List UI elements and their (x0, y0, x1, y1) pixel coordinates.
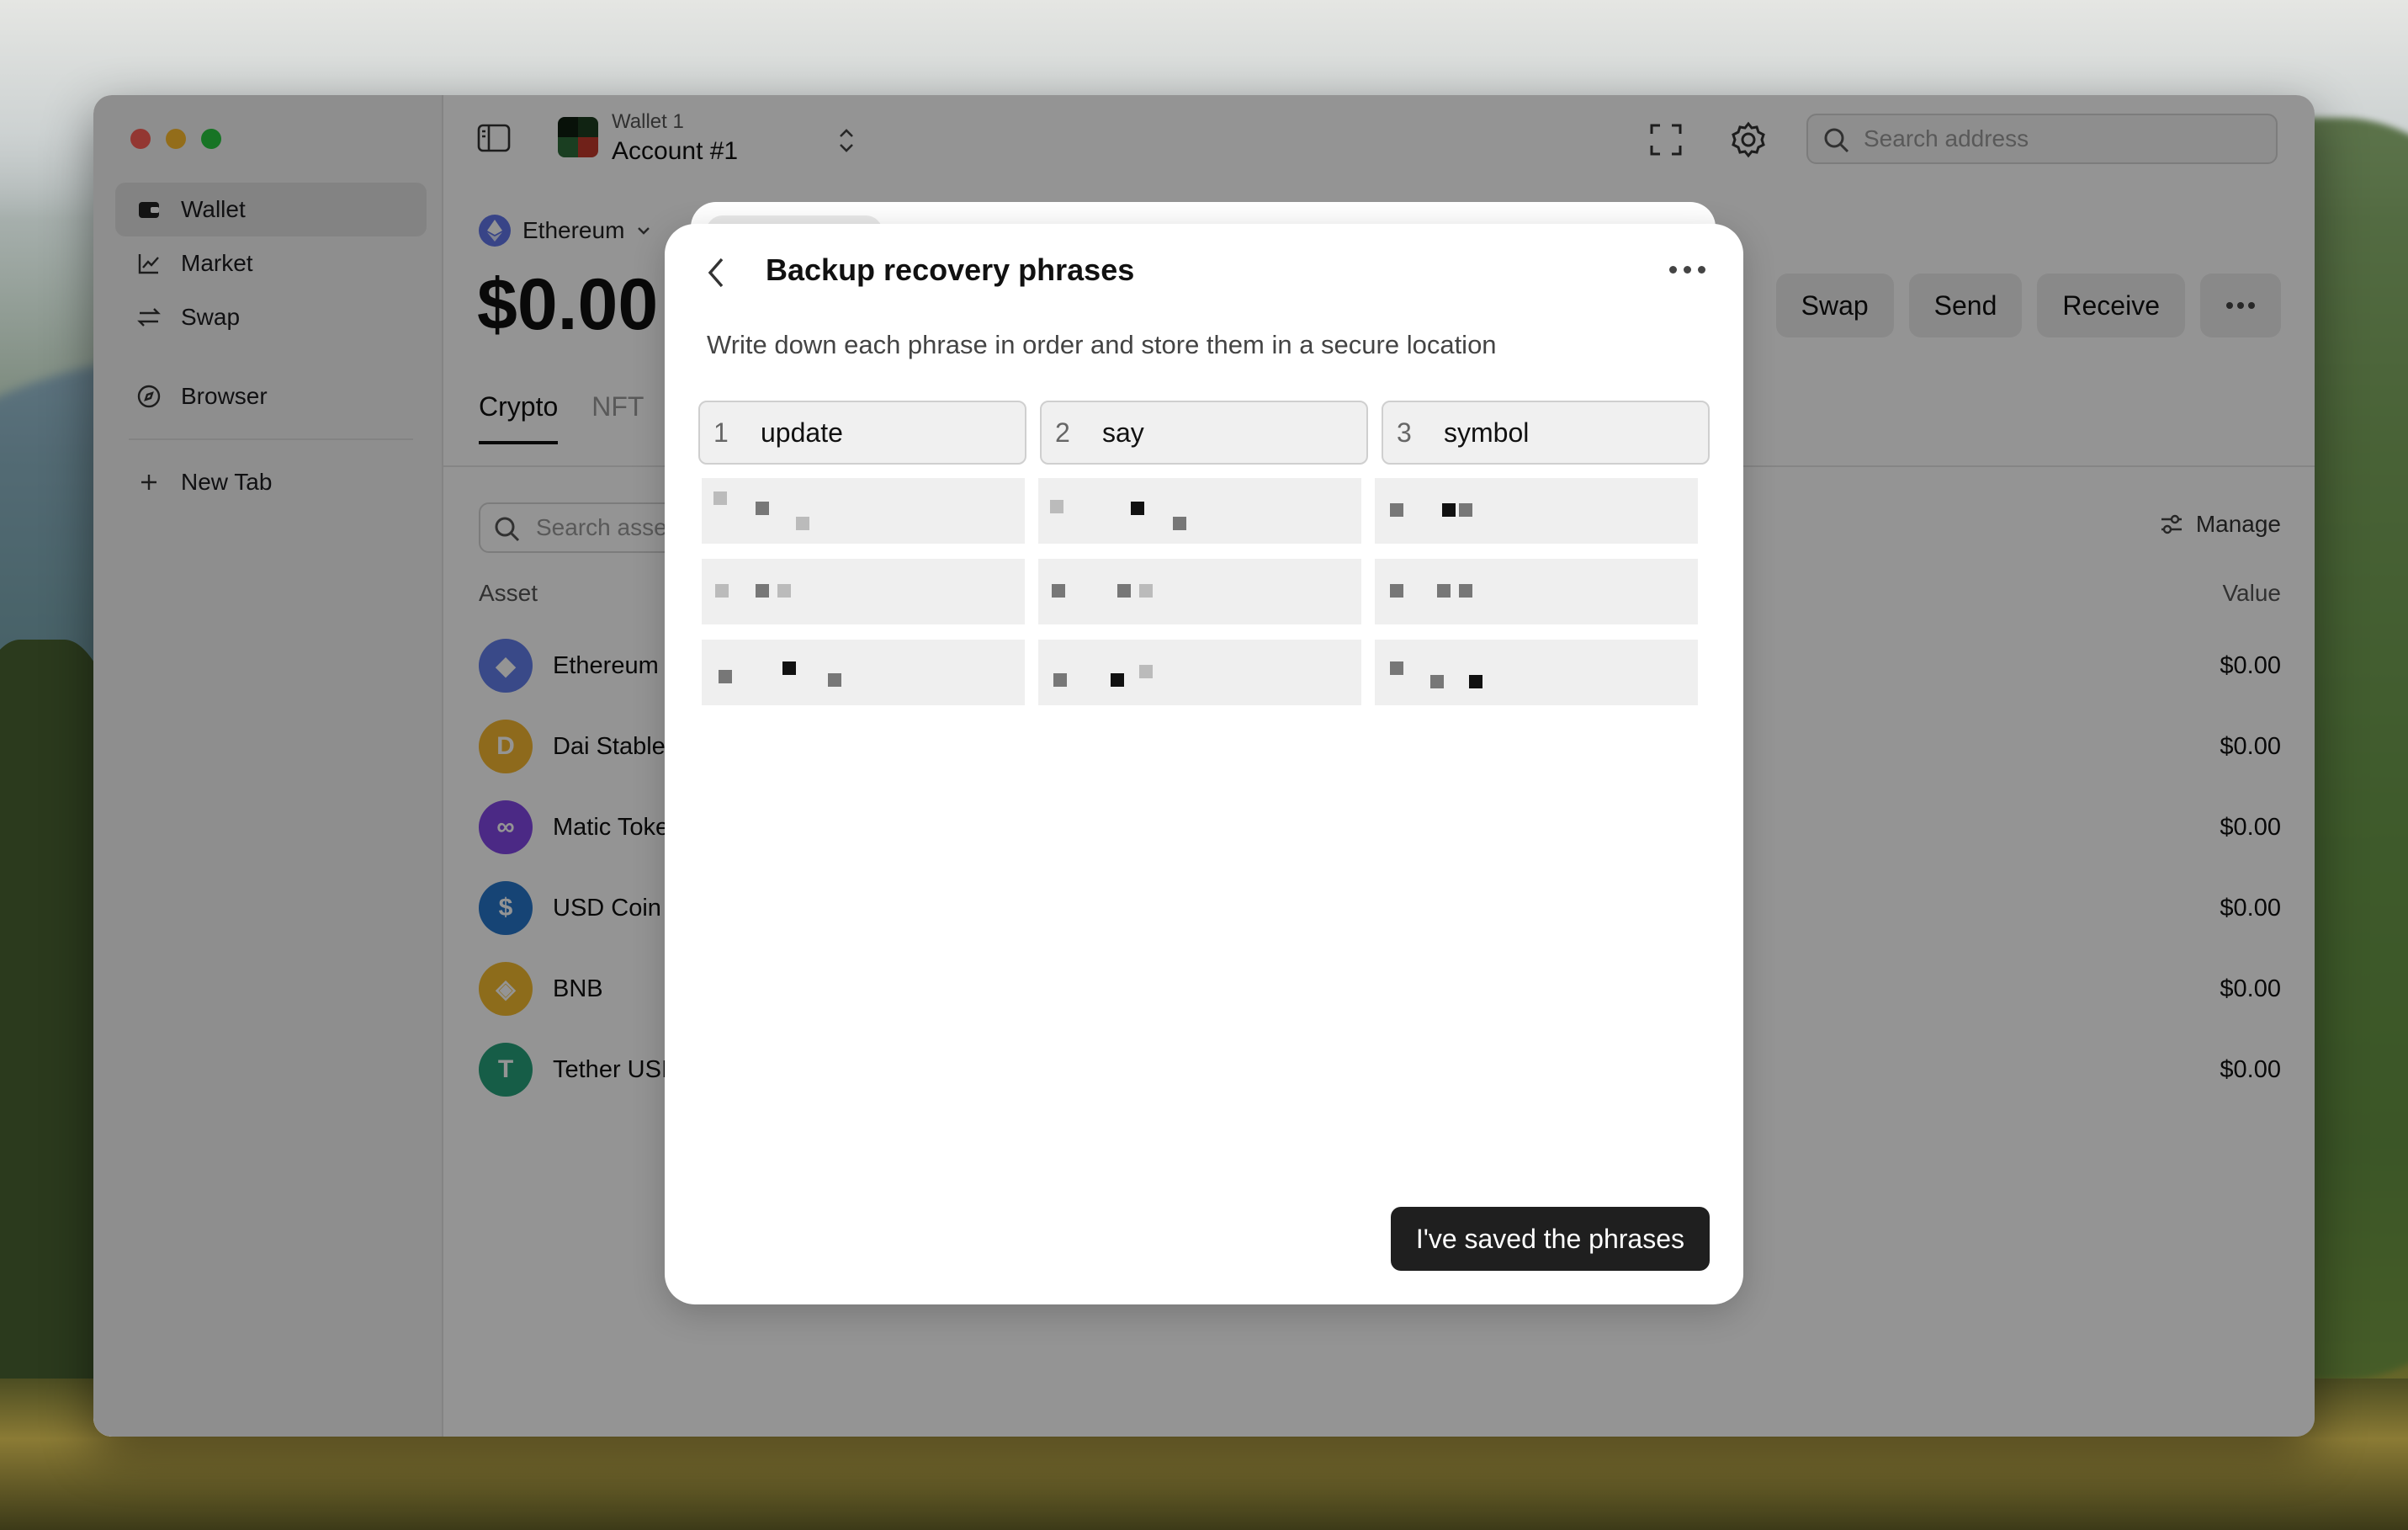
redacted-phrase (1038, 640, 1361, 705)
phrase-number: 1 (713, 417, 729, 448)
redacted-phrase (1038, 559, 1361, 624)
redacted-phrase (1375, 559, 1698, 624)
more-icon[interactable] (1669, 259, 1708, 279)
redacted-phrase (1038, 478, 1361, 544)
dialog-subtitle: Write down each phrase in order and stor… (707, 330, 1497, 359)
phrase-item: 2 say (1040, 401, 1368, 465)
redacted-phrase (702, 640, 1025, 705)
redacted-phrases (702, 478, 1711, 705)
redacted-phrase (702, 559, 1025, 624)
redacted-phrase (1375, 640, 1698, 705)
dialog-title: Backup recovery phrases (766, 252, 1135, 287)
redacted-phrase (702, 478, 1025, 544)
backup-phrases-dialog: Backup recovery phrases Write down each … (665, 224, 1743, 1304)
phrase-word: update (761, 417, 843, 448)
redacted-phrase (1375, 478, 1698, 544)
phrase-number: 2 (1055, 417, 1070, 448)
phrase-word: symbol (1444, 417, 1530, 448)
phrase-grid: 1 update 2 say 3 symbol (698, 401, 1710, 465)
chevron-left-icon[interactable] (703, 254, 729, 291)
phrase-item: 3 symbol (1382, 401, 1710, 465)
phrase-item: 1 update (698, 401, 1026, 465)
saved-phrases-button[interactable]: I've saved the phrases (1390, 1207, 1710, 1271)
phrase-number: 3 (1397, 417, 1412, 448)
phrase-word: say (1102, 417, 1144, 448)
